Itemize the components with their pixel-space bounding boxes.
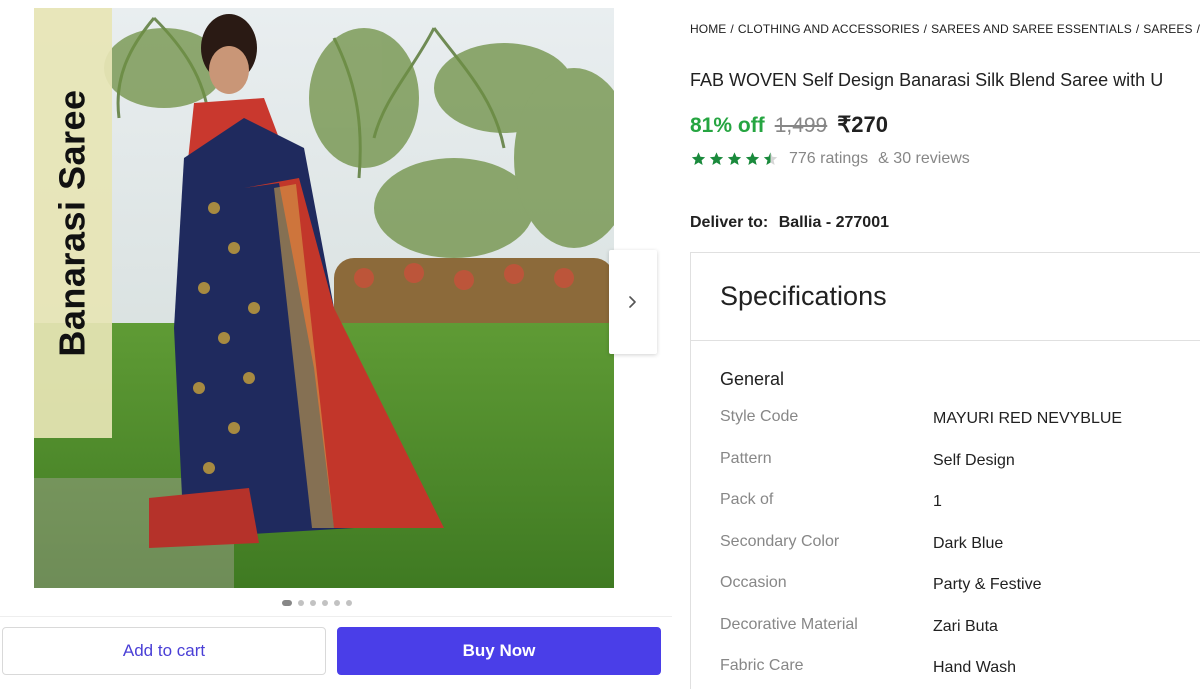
spec-value: Hand Wash [933, 659, 1016, 676]
product-page: Banarasi Saree Add to cart Buy Now HOME /… [0, 0, 1200, 689]
spec-key: Pattern [720, 449, 772, 467]
star-rating [690, 151, 779, 167]
carousel-dot[interactable] [310, 600, 316, 606]
action-bar: Add to cart Buy Now [0, 616, 672, 689]
product-banner-label: Banarasi Saree [34, 8, 112, 438]
breadcrumb-link[interactable]: CLOTHING AND ACCESSORIES [738, 22, 920, 36]
original-price: 1,499 [774, 114, 828, 137]
next-image-button[interactable] [609, 250, 657, 354]
deliver-to-label: Deliver to: [690, 214, 769, 231]
spec-key: Fabric Care [720, 657, 804, 674]
chevron-right-icon [626, 295, 640, 309]
buy-now-button[interactable]: Buy Now [337, 627, 661, 675]
product-details-pane: HOME / CLOTHING AND ACCESSORIES / SAREES AND… [690, 0, 1200, 689]
star-icon [690, 151, 707, 167]
breadcrumb-separator: / [1135, 22, 1140, 36]
product-image[interactable] [34, 8, 614, 588]
spec-key: Decorative Material [720, 615, 858, 633]
carousel-dot[interactable] [322, 600, 328, 606]
carousel-dot[interactable] [298, 600, 304, 606]
breadcrumb-separator: / [1196, 22, 1200, 36]
spec-value: Self Design [933, 451, 1015, 469]
reviews-count: & 30 reviews [878, 150, 970, 167]
star-icon [762, 151, 779, 167]
spec-value: Party & Festive [933, 576, 1042, 593]
image-carousel-dots [282, 600, 352, 606]
carousel-dot[interactable] [282, 600, 292, 606]
specifications-heading: Specifications [691, 253, 1200, 341]
breadcrumb-separator: / [923, 22, 928, 36]
spec-key: Pack of [720, 491, 774, 508]
spec-value: Dark Blue [933, 534, 1004, 552]
spec-key: Occasion [720, 574, 787, 591]
specifications-panel: Specifications General Style Code MAYURI … [690, 252, 1200, 689]
ratings-count: 776 ratings [789, 150, 869, 167]
spec-value: Zari Buta [933, 617, 998, 635]
spec-value: MAYURI RED NEVYBLUE [933, 410, 1123, 427]
breadcrumb: HOME / CLOTHING AND ACCESSORIES / SAREES AND… [690, 22, 1200, 36]
delivery-location[interactable]: Deliver to: Ballia - 277001 [690, 214, 889, 232]
add-to-cart-button[interactable]: Add to cart [2, 627, 326, 675]
breadcrumb-separator: / [730, 22, 734, 36]
star-icon [744, 151, 761, 167]
spec-group-title: General [720, 369, 785, 389]
product-gallery-pane: Banarasi Saree Add to cart Buy Now [0, 0, 672, 689]
breadcrumb-link[interactable]: HOME [690, 22, 726, 36]
breadcrumb-link[interactable]: SAREES [1143, 22, 1192, 36]
breadcrumb-link[interactable]: SAREES AND SAREE ESSENTIALS [931, 22, 1132, 36]
star-icon [708, 151, 725, 167]
discount-percent: 81% off [690, 114, 765, 137]
rating-row[interactable]: 776 ratings & 30 reviews [690, 150, 970, 168]
star-icon [726, 151, 743, 167]
delivery-pincode: Ballia - 277001 [778, 214, 889, 231]
spec-value: 1 [933, 493, 942, 510]
banner-text: Banarasi Saree [52, 89, 93, 357]
price-row: 81% off 1,499 ₹270 [690, 112, 888, 138]
spec-key: Secondary Color [720, 532, 840, 550]
carousel-dot[interactable] [334, 600, 340, 606]
selling-price: ₹270 [837, 112, 888, 137]
product-title: FAB WOVEN Self Design Banarasi Silk Blen… [690, 70, 1164, 90]
carousel-dot[interactable] [346, 600, 352, 606]
spec-key: Style Code [720, 408, 799, 425]
